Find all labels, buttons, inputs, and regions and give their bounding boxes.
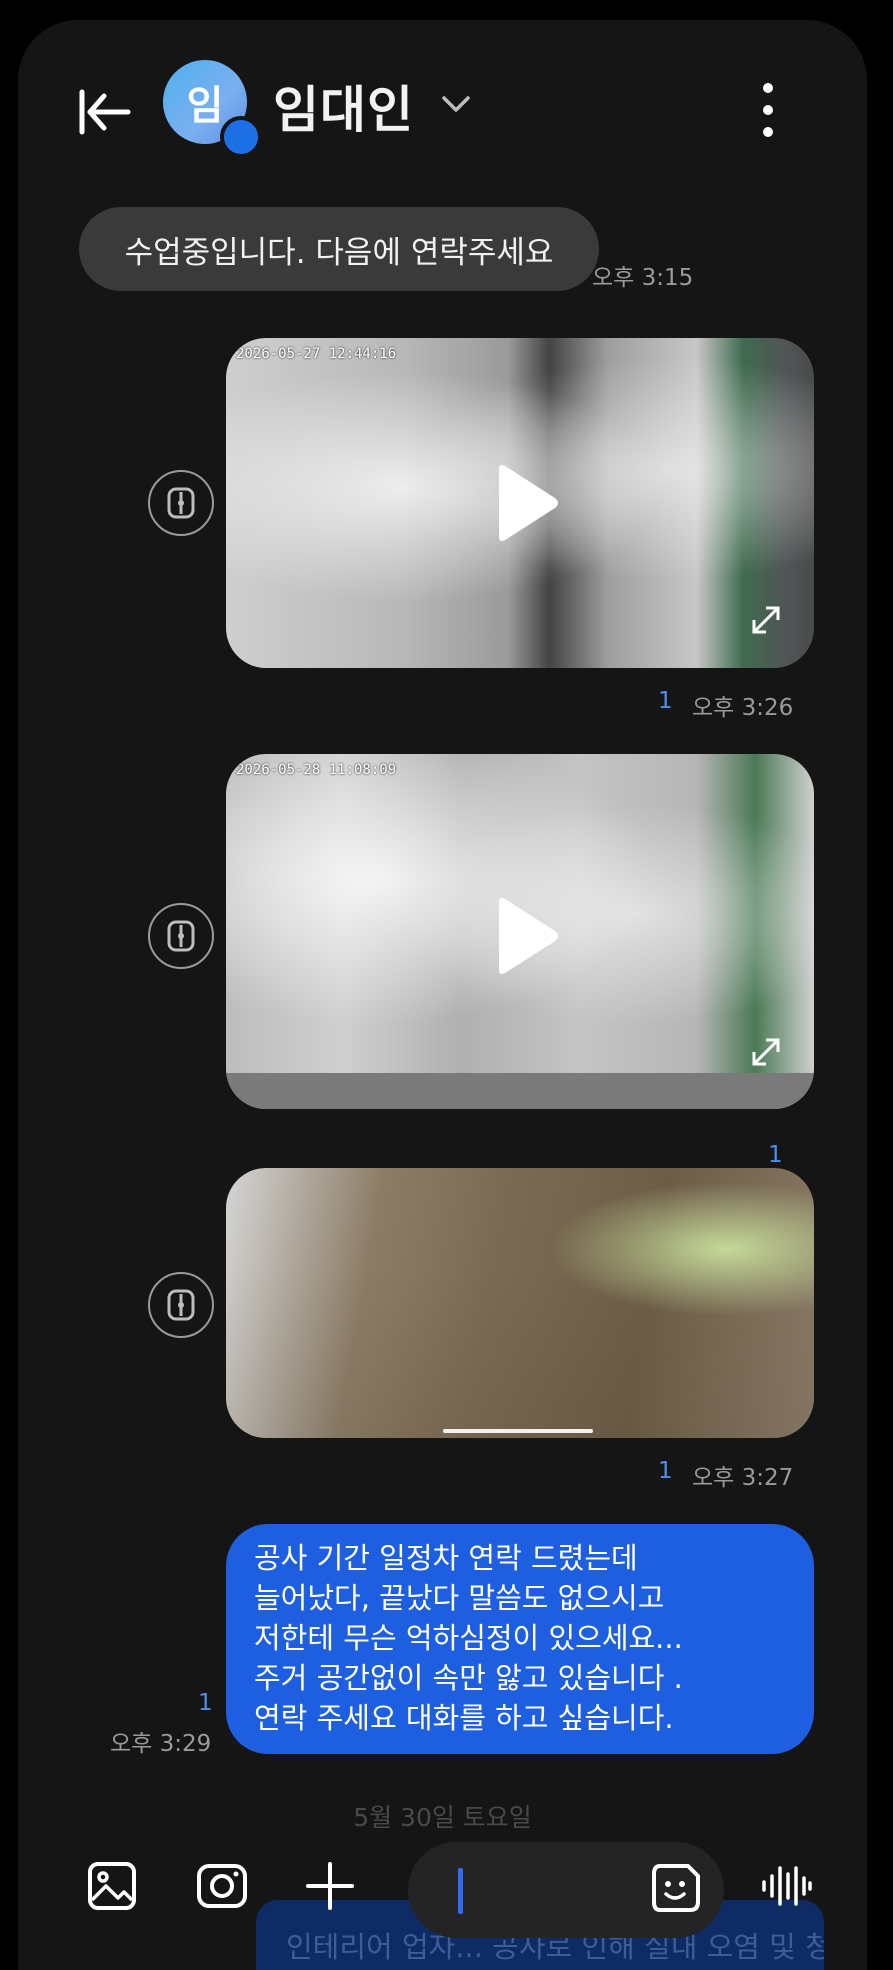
share-icon (167, 487, 195, 519)
chevron-down-icon[interactable] (440, 92, 472, 116)
message-line: 공사 기간 일정차 연락 드렸는데 (254, 1541, 638, 1575)
plus-icon[interactable] (302, 1858, 358, 1914)
expand-icon[interactable] (746, 600, 786, 640)
message-line: 연락 주세요 대화를 하고 싶습니다. (254, 1701, 674, 1735)
expand-icon[interactable] (746, 1032, 786, 1072)
unread-count: 1 (198, 1690, 213, 1716)
back-icon[interactable] (72, 80, 136, 144)
incoming-message-bubble[interactable]: 수업중입니다. 다음에 연락주세요 (79, 207, 599, 291)
text-cursor (458, 1868, 463, 1914)
contact-name[interactable]: 임대인 (273, 70, 414, 142)
play-icon[interactable] (491, 463, 561, 543)
play-icon[interactable] (491, 896, 561, 976)
message-time: 오후 3:29 (110, 1731, 212, 1757)
gallery-icon[interactable] (84, 1858, 140, 1914)
video-timestamp-overlay: 2026-05-27 12:44:16 (236, 346, 397, 362)
message-time: 오후 3:15 (592, 265, 694, 291)
image-scrub-indicator (443, 1429, 593, 1433)
share-button[interactable] (148, 1272, 214, 1338)
message-line: 주거 공간없이 속만 앓고 있습니다 . (254, 1661, 683, 1695)
message-line: 저한테 무슨 억하심정이 있으세요... (254, 1621, 683, 1655)
share-icon (167, 920, 195, 952)
share-button[interactable] (148, 903, 214, 969)
chat-badge-icon (220, 116, 262, 158)
unread-count: 1 (658, 1458, 673, 1484)
camera-icon[interactable] (194, 1858, 250, 1914)
chat-screen: 임 임대인 수업중입니다. 다음에 연락주세요 오후 3:15 2026-05-… (18, 20, 867, 1970)
unread-count: 1 (768, 1142, 783, 1168)
video-player-toolbar (226, 1073, 814, 1109)
more-options-icon[interactable] (758, 80, 778, 140)
video-timestamp-overlay: 2026-05-28 11:08:09 (236, 762, 397, 778)
video-message-1[interactable]: 2026-05-27 12:44:16 (226, 338, 814, 668)
image-message[interactable] (226, 1168, 814, 1438)
date-separator: 5월 30일 토요일 (353, 1803, 532, 1832)
message-line: 늘어났다, 끝났다 말씀도 없으시고 (254, 1581, 665, 1615)
emoji-sticker-icon[interactable] (648, 1860, 704, 1916)
outgoing-message-bubble[interactable]: 공사 기간 일정차 연락 드렸는데 늘어났다, 끝났다 말씀도 없으시고 저한테… (226, 1524, 814, 1754)
message-time: 오후 3:26 (692, 695, 794, 721)
video-message-2[interactable]: 2026-05-28 11:08:09 (226, 754, 814, 1109)
share-icon (167, 1289, 195, 1321)
unread-count: 1 (658, 688, 673, 714)
voice-record-icon[interactable] (758, 1858, 814, 1914)
share-button[interactable] (148, 470, 214, 536)
message-time: 오후 3:27 (692, 1465, 794, 1491)
